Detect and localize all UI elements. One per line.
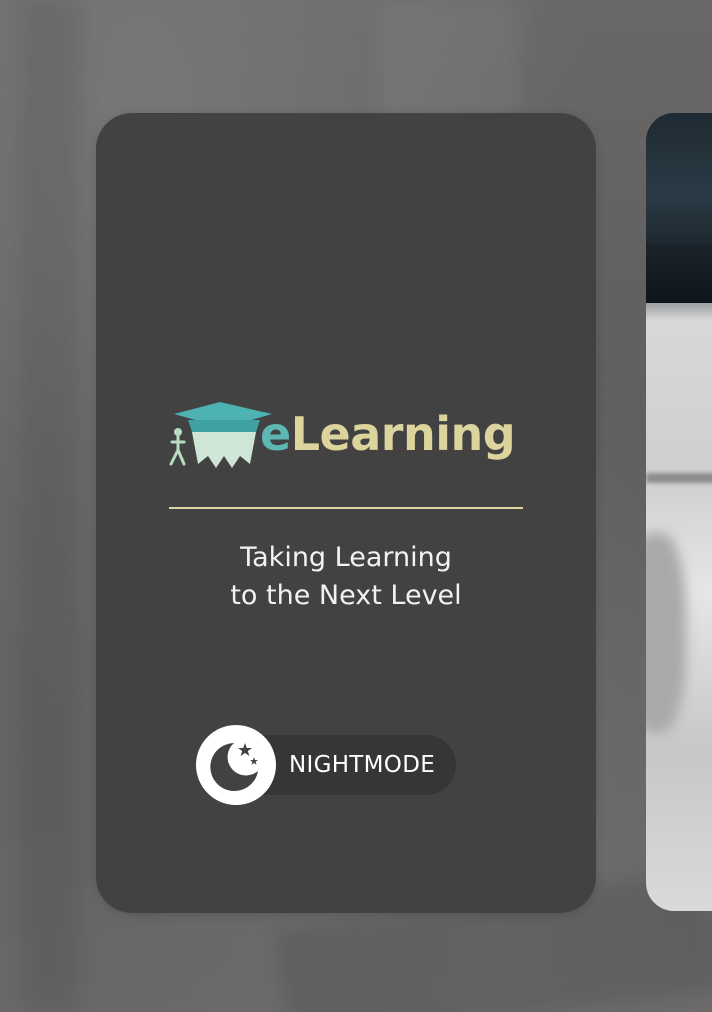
tagline-line-1: Taking Learning xyxy=(240,542,452,573)
preview-image-region xyxy=(646,473,712,483)
next-card-preview[interactable] xyxy=(646,113,712,911)
background: eLearning Taking Learning to the Next Le… xyxy=(0,0,712,1012)
logo-wordmark-e: e xyxy=(260,407,291,461)
tagline-line-2: to the Next Level xyxy=(230,580,462,611)
logo-wordmark: eLearning xyxy=(260,404,516,464)
preview-image-region xyxy=(646,243,712,303)
splash-card: eLearning Taking Learning to the Next Le… xyxy=(96,113,596,913)
nightmode-toggle-knob[interactable] xyxy=(196,725,276,805)
nightmode-label: NIGHTMODE xyxy=(289,752,436,778)
moon-stars-icon xyxy=(210,743,258,791)
logo-divider xyxy=(169,507,523,509)
background-blur-shape xyxy=(380,0,520,120)
logo-wordmark-rest: Learning xyxy=(290,407,516,461)
preview-image-region xyxy=(646,533,686,733)
nightmode-toggle[interactable]: NIGHTMODE xyxy=(196,725,456,805)
elearning-logo: eLearning xyxy=(168,398,524,478)
background-blur-shape xyxy=(20,0,80,1012)
tagline: Taking Learning to the Next Level xyxy=(96,539,596,615)
